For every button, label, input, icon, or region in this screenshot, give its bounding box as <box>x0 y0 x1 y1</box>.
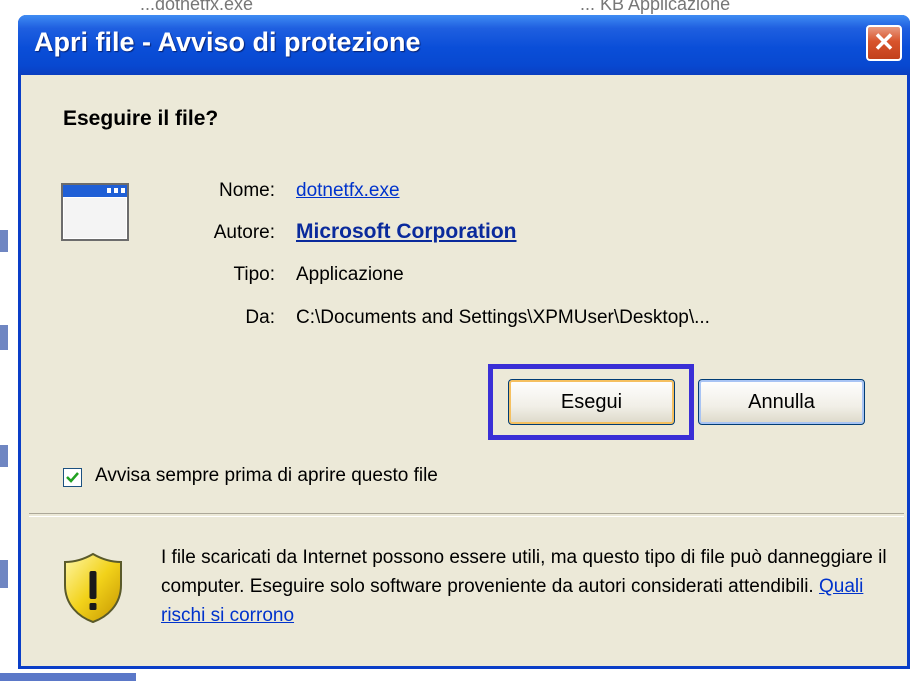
always-ask-checkbox[interactable] <box>63 468 82 487</box>
security-warning-dialog: Apri file - Avviso di protezione ✕ Esegu… <box>18 15 910 669</box>
checkmark-icon <box>66 472 79 483</box>
warning-message: I file scaricati da Internet possono ess… <box>161 543 891 630</box>
type-label: Tipo: <box>233 264 275 285</box>
warning-text: I file scaricati da Internet possono ess… <box>161 547 887 597</box>
type-value: Applicazione <box>296 264 404 285</box>
background-taskbar <box>0 673 136 681</box>
dialog-heading: Eseguire il file? <box>63 107 219 130</box>
security-shield-icon <box>64 552 122 624</box>
background-stripe <box>0 445 8 467</box>
close-button[interactable]: ✕ <box>866 25 902 61</box>
background-stripe <box>0 560 8 588</box>
background-stripe <box>0 230 8 252</box>
cancel-button[interactable]: Annulla <box>698 379 865 425</box>
from-path-value: C:\Documents and Settings\XPMUser\Deskto… <box>296 307 710 328</box>
publisher-link[interactable]: Microsoft Corporation <box>296 220 517 244</box>
author-label: Autore: <box>213 222 275 243</box>
file-name-link[interactable]: dotnetfx.exe <box>296 180 400 202</box>
background-file-info: ... KB Applicazione <box>580 0 731 14</box>
name-label: Nome: <box>219 180 275 201</box>
background-file-name: ...dotnetfx.exe <box>140 0 254 14</box>
background-stripe <box>0 325 8 350</box>
from-label: Da: <box>245 307 275 328</box>
separator <box>29 513 904 517</box>
always-ask-label[interactable]: Avvisa sempre prima di aprire questo fil… <box>95 465 438 487</box>
close-icon: ✕ <box>873 27 895 57</box>
title-bar[interactable]: Apri file - Avviso di protezione ✕ <box>18 15 910 75</box>
run-button[interactable]: Esegui <box>508 379 675 425</box>
dialog-title: Apri file - Avviso di protezione <box>34 27 421 57</box>
